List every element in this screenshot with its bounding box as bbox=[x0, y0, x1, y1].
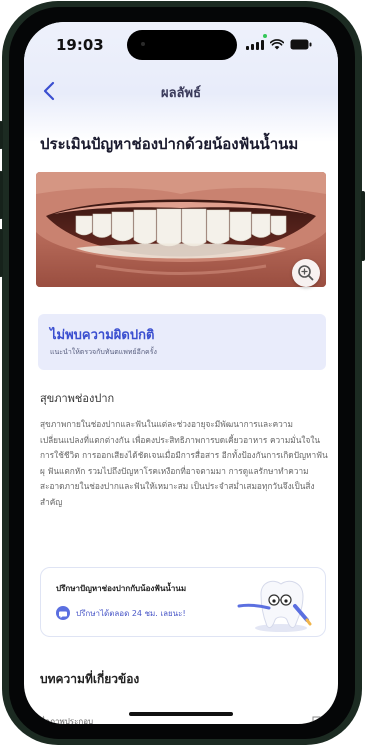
teeth-photo bbox=[36, 172, 326, 287]
island-sensor bbox=[141, 42, 145, 46]
zoom-in-icon bbox=[298, 265, 314, 281]
navigation-bar: ผลลัพธ์ bbox=[24, 74, 338, 108]
wifi-icon bbox=[270, 39, 284, 50]
battery-icon bbox=[290, 39, 312, 50]
dynamic-island bbox=[127, 30, 237, 60]
result-title: ไม่พบความผิดปกติ bbox=[50, 328, 155, 343]
volume-up-button bbox=[0, 171, 3, 219]
consult-action[interactable]: ปรึกษาได้ตลอด 24 ชม. เลยนะ! bbox=[56, 606, 186, 620]
related-article-item[interactable]: สื่อภาพประกอบ bbox=[40, 715, 93, 724]
app-screen: 19:03 ผลลัพธ์ ประเมินปัญหาช่องปากด้วยน้อ… bbox=[24, 22, 338, 724]
tooth-mascot-icon bbox=[237, 580, 312, 632]
zoom-button[interactable] bbox=[292, 259, 320, 287]
cellular-signal-icon bbox=[246, 40, 264, 50]
chat-bubble-icon bbox=[56, 606, 70, 620]
status-time: 19:03 bbox=[56, 36, 104, 54]
volume-down-button bbox=[0, 229, 3, 277]
assessment-headline: ประเมินปัญหาช่องปากด้วยน้องฟันน้ำนม bbox=[40, 135, 299, 153]
status-icons bbox=[246, 39, 312, 50]
consult-title: ปรึกษาปัญหาช่องปากกับน้องฟันน้ำนม bbox=[56, 584, 187, 593]
related-articles-title: บทความที่เกี่ยวข้อง bbox=[40, 672, 140, 686]
oral-health-body: สุขภาพกายในช่องปากและฟันในแต่ละช่วงอายุจ… bbox=[40, 419, 328, 507]
consult-action-label: ปรึกษาได้ตลอด 24 ชม. เลยนะ! bbox=[76, 608, 186, 618]
oral-health-title: สุขภาพช่องปาก bbox=[40, 392, 115, 405]
bookmark-icon[interactable] bbox=[312, 716, 321, 724]
result-card: ไม่พบความผิดปกติ แนะนำให้ตรวจกับทันตแพทย… bbox=[38, 314, 326, 370]
camera-indicator-icon bbox=[263, 34, 267, 38]
teeth-photo-illustration bbox=[36, 172, 326, 287]
result-subtitle: แนะนำให้ตรวจกับทันตแพทย์อีกครั้ง bbox=[50, 348, 157, 356]
power-button bbox=[361, 191, 365, 261]
consult-card[interactable]: ปรึกษาปัญหาช่องปากกับน้องฟันน้ำนม ปรึกษา… bbox=[40, 567, 326, 637]
home-indicator[interactable] bbox=[129, 712, 233, 716]
mute-switch bbox=[0, 121, 3, 149]
page-title: ผลลัพธ์ bbox=[160, 86, 202, 101]
